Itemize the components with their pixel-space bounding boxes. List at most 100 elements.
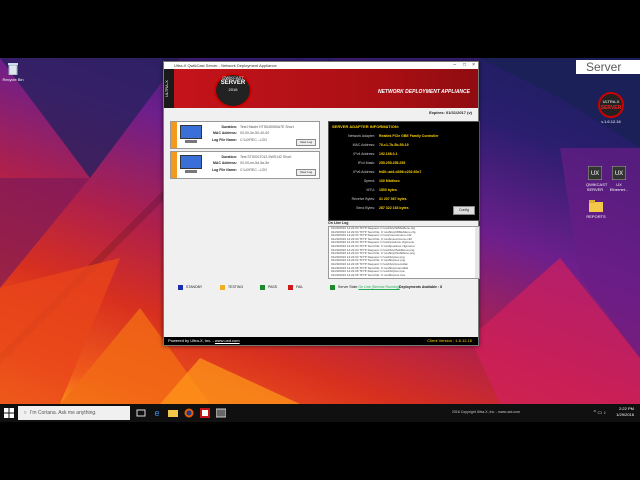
minimize-button[interactable]: – — [453, 62, 456, 69]
app-banner: ULTRA-X QWIKCAST SERVER 2016 NETWORK DEP… — [164, 69, 478, 108]
standby-swatch — [178, 284, 183, 290]
online-log[interactable]: 01/29/2016 14:22:04 TFTP Request: C:\uxd… — [328, 226, 480, 279]
qwikcast-taskbar-icon[interactable] — [200, 408, 210, 418]
taskbar: ○ I'm Cortana. Ask me anything. e 2016 Co… — [0, 404, 640, 422]
legend-testing: TESTING — [220, 284, 243, 291]
adapter-key: MAC Address: — [352, 143, 375, 147]
view-log-button[interactable]: View Log — [296, 139, 316, 146]
adapter-value: 70-c1-7b-5b-59-19 — [379, 143, 409, 147]
adapter-value: 287 322 163 bytes — [379, 206, 409, 210]
window-titlebar[interactable]: Ultra-X QwikCast Server - Network Deploy… — [164, 62, 478, 69]
device-card[interactable]: Duration: Test Hitachi HTS545050A7E Short… — [170, 121, 320, 149]
adapter-value: Realtek PCIe GBE Family Controller — [379, 134, 439, 138]
logo-sub-text: 2016 — [228, 87, 238, 92]
log-scrollbar[interactable] — [475, 227, 479, 278]
server-adapter-panel: SERVER ADAPTER INFORMATION: Network Adap… — [328, 121, 480, 221]
config-button[interactable]: Config — [453, 206, 475, 215]
recycle-bin-label: Recycle Bin — [2, 77, 24, 82]
system-tray-icons[interactable]: ^ ▭ ♪ — [594, 410, 606, 416]
logo-main-text: SERVER — [220, 80, 246, 86]
log-line: 01/29/2016 14:22:06 TFTP Send file: C:\u… — [331, 272, 405, 277]
status-legend: STANDBY TESTING PASS FAIL Server State O… — [170, 284, 478, 291]
server-state-label: Server State — [338, 285, 358, 289]
logfile-label: Log File Name: — [211, 168, 237, 172]
adapter-value: fe80::ad4:d396:c202:60c7 — [379, 170, 422, 174]
adapter-key: MTU: — [366, 188, 375, 192]
server-label: Server — [576, 60, 640, 74]
adapter-header: SERVER ADAPTER INFORMATION: — [332, 124, 400, 129]
app-statusbar: Powered by Ultra-X, Inc. - www.uxd.com C… — [164, 337, 478, 345]
mac-value: 00-00-ee-5d-5a-5e — [240, 161, 270, 165]
adapter-key: IPv4 Mask: — [357, 161, 375, 165]
mac-label: MAC Address: — [213, 161, 237, 165]
svg-text:UX: UX — [615, 171, 623, 177]
qwikcast-logo: QWIKCAST SERVER 2016 — [214, 73, 252, 108]
file-explorer-icon[interactable] — [168, 408, 178, 418]
legend-label: FAIL — [296, 285, 304, 289]
taskbar-clock[interactable]: 2:22 PM 1/29/2016 — [616, 406, 634, 418]
ux-app-icon: UX — [586, 165, 604, 181]
mac-label: MAC Address: — [213, 131, 237, 135]
firefox-icon[interactable] — [184, 408, 194, 418]
website-link[interactable]: www.uxd.com — [215, 338, 240, 343]
ux-ethernet-label: UX Ethernet... — [609, 182, 629, 192]
adapter-value: 31 207 367 bytes — [379, 197, 407, 201]
svg-text:e: e — [154, 408, 159, 418]
client-version: Client Version : 1.6.12.16 — [427, 338, 472, 343]
ux-ethernet-shortcut[interactable]: UX UX Ethernet... — [608, 165, 630, 192]
powered-by-text: Powered by Ultra-X, Inc. - — [168, 338, 215, 343]
adapter-key: IPv4 Address: — [353, 152, 375, 156]
search-placeholder: I'm Cortana. Ask me anything. — [30, 410, 97, 416]
adapter-value: 192.168.0.1 — [379, 152, 398, 156]
app-body: Duration: Test Hitachi HTS545050A7E Short… — [167, 121, 480, 297]
close-button[interactable]: × — [472, 62, 475, 69]
testing-status-strip — [171, 152, 177, 178]
maximize-button[interactable]: □ — [463, 62, 466, 69]
duration-label: Duration: — [221, 125, 237, 129]
computer-icon — [180, 125, 202, 145]
mac-value: 00-00-0e-50-40-00 — [240, 131, 270, 135]
server-state-swatch — [330, 284, 335, 290]
computer-icon — [180, 155, 202, 175]
duration-label: Duration: — [221, 155, 237, 159]
logfile-value: C:\UXREC...LOG — [240, 168, 268, 172]
server-state: Server State On Line (Service Running) — [330, 284, 400, 291]
adapter-value: 1500 bytes — [379, 188, 397, 192]
expires-text: Expires: 01/31/2017 (v) — [429, 110, 472, 115]
online-log-label: On Line Log — [328, 221, 349, 225]
adapter-value: 100 Mbit/sec — [379, 179, 400, 183]
testing-swatch — [220, 284, 225, 290]
ux-app-icon: UX — [608, 165, 630, 181]
device-card[interactable]: Duration: Test ST500LT012-9WS142 Short MA… — [170, 151, 320, 179]
recycle-bin-icon[interactable]: Recycle Bin — [2, 63, 24, 82]
cortana-search-box[interactable]: ○ I'm Cortana. Ask me anything. — [18, 406, 130, 420]
task-view-icon[interactable] — [136, 408, 146, 418]
windows-start-icon[interactable] — [4, 408, 14, 418]
copyright-text: 2016 Copyright Ultra-X, Inc. - www.uxd.c… — [452, 410, 520, 414]
legend-label: PASS — [268, 285, 278, 289]
adapter-key: Send Bytes: — [356, 206, 375, 210]
adapter-key: Speed: — [363, 179, 375, 183]
fail-swatch — [288, 284, 293, 290]
svg-text:SERVER: SERVER — [601, 105, 622, 111]
adapter-value: 255.255.255.255 — [379, 161, 406, 165]
clock-date: 1/29/2016 — [616, 412, 634, 417]
server-state-link[interactable]: On Line (Service Running) — [358, 285, 399, 289]
app-taskbar-icon[interactable] — [216, 408, 226, 418]
pass-swatch — [260, 284, 265, 290]
reports-folder[interactable]: REPORTS — [586, 200, 606, 219]
qwikcast-server-shortcut[interactable]: UX QWIKCAST SERVER — [586, 165, 607, 192]
cortana-icon: ○ — [23, 410, 27, 416]
logfile-value: C:\UXREC...LOG — [240, 138, 268, 142]
duration-value: Test ST500LT012-9WS142 Short — [240, 155, 292, 159]
legend-pass: PASS — [260, 284, 277, 291]
view-log-button[interactable]: View Log — [296, 169, 316, 176]
server-logo-icon: ULTRA-X SERVER — [598, 92, 624, 118]
edge-icon[interactable]: e — [152, 408, 162, 418]
server-version: v.1.6.12.16 — [601, 119, 621, 124]
legend-label: STANDBY — [186, 285, 203, 289]
testing-status-strip — [171, 122, 177, 148]
window-title: Ultra-X QwikCast Server - Network Deploy… — [174, 63, 277, 68]
adapter-key: IPv6 Address: — [353, 170, 375, 174]
desktop: Recycle Bin Server ULTRA-X SERVER v.1.6.… — [0, 58, 640, 404]
